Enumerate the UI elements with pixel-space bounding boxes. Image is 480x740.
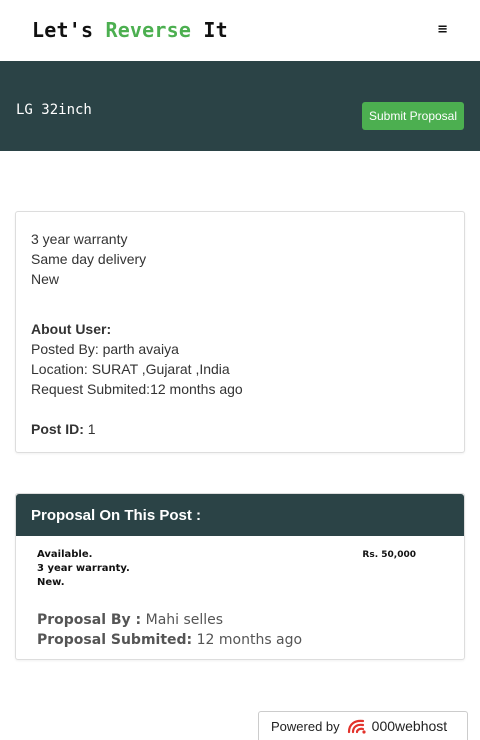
- request-submitted: Request Submited:12 months ago: [31, 381, 243, 397]
- post-header: LG 32inch Submit Proposal: [0, 61, 480, 151]
- brand-part-3: It: [191, 18, 228, 42]
- proposal-description-line: 3 year warranty.: [37, 563, 130, 574]
- top-navbar: Let's Reverse It ≡: [0, 0, 480, 61]
- proposal-meta: Proposal By : Mahi selles Proposal Submi…: [37, 610, 443, 650]
- brand-part-2: Reverse: [105, 18, 192, 42]
- proposal-by-label: Proposal By :: [37, 612, 142, 628]
- submit-proposal-button[interactable]: Submit Proposal: [362, 102, 464, 130]
- proposals-card: Proposal On This Post : Available. 3 yea…: [15, 493, 465, 660]
- location: Location: SURAT ,Gujarat ,India: [31, 361, 230, 377]
- proposal-submitted: Proposal Submited: 12 months ago: [37, 630, 443, 650]
- brand-logo[interactable]: Let's Reverse It: [32, 18, 228, 42]
- proposal-submitted-value: 12 months ago: [196, 632, 303, 648]
- host-logo: 000webhost: [346, 717, 448, 735]
- proposals-heading: Proposal On This Post :: [16, 494, 464, 536]
- post-detail-line: New: [31, 271, 60, 287]
- powered-by-badge[interactable]: Powered by 000webhost: [258, 711, 468, 740]
- webhost-logo-icon: [347, 719, 366, 734]
- post-detail-line: Same day delivery: [31, 251, 147, 267]
- post-title: LG 32inch: [16, 102, 92, 118]
- proposal-price: Rs. 50,000: [362, 550, 416, 560]
- proposal-item: Available. 3 year warranty. New. Rs. 50,…: [16, 536, 464, 662]
- brand-part-1: Let's: [32, 18, 106, 42]
- proposal-by: Proposal By : Mahi selles: [37, 610, 443, 630]
- host-name: 000webhost: [371, 718, 448, 734]
- post-details-card: 3 year warranty Same day delivery New Ab…: [15, 211, 465, 453]
- proposal-by-value: Mahi selles: [145, 612, 224, 628]
- post-id-label: Post ID:: [31, 421, 84, 437]
- post-detail-line: 3 year warranty: [31, 231, 128, 247]
- posted-by: Posted By: parth avaiya: [31, 341, 179, 357]
- post-id-value: 1: [87, 421, 96, 437]
- proposal-submitted-label: Proposal Submited:: [37, 632, 193, 648]
- proposal-description-line: New.: [37, 577, 65, 588]
- post-id: Post ID: 1: [31, 419, 449, 439]
- hamburger-menu-icon[interactable]: ≡: [437, 22, 448, 37]
- about-user-heading: About User:: [31, 321, 112, 337]
- powered-by-text: Powered by: [271, 718, 340, 734]
